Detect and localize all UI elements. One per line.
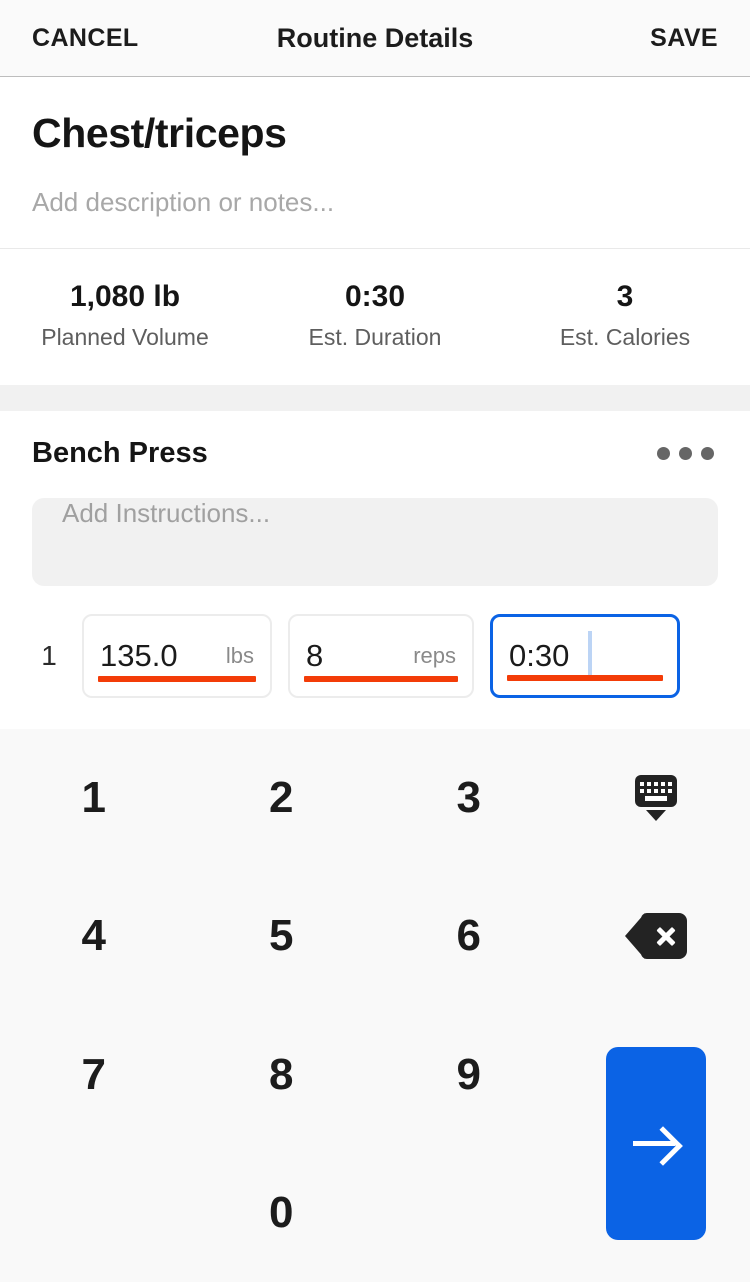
stat-value: 3 xyxy=(616,279,634,313)
key-blank-right xyxy=(375,1144,563,1282)
backspace-icon xyxy=(625,913,688,960)
stat-value: 0:30 xyxy=(344,279,406,313)
key-3[interactable]: 3 xyxy=(375,729,563,867)
routine-description-input[interactable] xyxy=(32,186,718,218)
submit-button[interactable] xyxy=(606,1047,707,1241)
reps-input[interactable] xyxy=(306,637,406,674)
stat-label: Est. Calories xyxy=(559,323,691,350)
key-4[interactable]: 4 xyxy=(0,867,188,1005)
stat-label: Est. Duration xyxy=(308,323,442,350)
set-number: 1 xyxy=(41,639,57,671)
routine-details-screen: CANCEL Routine Details SAVE 1,080 lb Pla… xyxy=(0,0,750,1282)
stat-planned-volume: 1,080 lb Planned Volume xyxy=(0,279,250,351)
cancel-button[interactable]: CANCEL xyxy=(32,24,139,53)
stat-est-duration: 0:30 Est. Duration xyxy=(250,279,500,351)
key-6[interactable]: 6 xyxy=(375,867,563,1005)
key-0[interactable]: 0 xyxy=(188,1144,376,1282)
kebab-dot xyxy=(701,446,714,460)
instructions-input[interactable] xyxy=(32,497,718,586)
keyboard-glyph-row xyxy=(640,788,673,793)
backspace-button[interactable] xyxy=(563,867,750,1005)
text-cursor xyxy=(588,630,592,679)
stat-label: Planned Volume xyxy=(41,323,209,350)
kebab-dot xyxy=(657,446,670,460)
key-2[interactable]: 2 xyxy=(188,729,376,867)
routine-name-input[interactable] xyxy=(32,111,718,157)
chevron-down-icon xyxy=(646,810,667,822)
routine-header xyxy=(0,77,750,249)
set-row: 1 lbs reps xyxy=(32,613,718,710)
weight-unit-label: lbs xyxy=(225,642,254,668)
save-button[interactable]: SAVE xyxy=(650,24,718,53)
key-8[interactable]: 8 xyxy=(188,1006,376,1144)
close-x-glyph xyxy=(655,925,677,947)
weight-field[interactable]: lbs xyxy=(82,613,272,698)
app-bar: CANCEL Routine Details SAVE xyxy=(0,0,750,77)
stats-row: 1,080 lb Planned Volume 0:30 Est. Durati… xyxy=(0,249,750,385)
arrow-right-icon xyxy=(633,1126,679,1162)
duration-input[interactable] xyxy=(509,637,661,674)
reps-field[interactable]: reps xyxy=(288,613,474,698)
stat-est-calories: 3 Est. Calories xyxy=(500,279,750,351)
exercise-header: Bench Press xyxy=(32,437,718,470)
section-divider-band xyxy=(0,384,750,411)
stat-value: 1,080 lb xyxy=(69,279,181,313)
weight-field-underline xyxy=(98,675,256,682)
reps-unit-label: reps xyxy=(413,642,456,668)
numeric-keyboard: 1 2 3 4 5 6 7 8 9 0 xyxy=(0,729,750,1282)
duration-field-underline xyxy=(507,674,663,681)
duration-field[interactable] xyxy=(490,613,680,698)
key-1[interactable]: 1 xyxy=(0,729,188,867)
key-7[interactable]: 7 xyxy=(0,1006,188,1144)
backspace-tip xyxy=(625,913,646,960)
kebab-dot xyxy=(679,446,692,460)
weight-input[interactable] xyxy=(100,637,218,674)
keyboard-glyph-spacebar xyxy=(645,795,668,801)
key-9[interactable]: 9 xyxy=(375,1006,563,1144)
keyboard-glyph-row xyxy=(640,781,673,786)
reps-field-underline xyxy=(304,675,458,682)
submit-key-cell xyxy=(563,1006,750,1282)
kebab-menu-icon[interactable] xyxy=(653,437,718,470)
exercise-name[interactable]: Bench Press xyxy=(32,437,208,470)
key-blank-left xyxy=(0,1144,188,1282)
keyboard-glyph xyxy=(635,775,678,808)
key-5[interactable]: 5 xyxy=(188,867,376,1005)
hide-keyboard-button[interactable] xyxy=(563,729,750,867)
exercise-card: Bench Press 1 lbs reps xyxy=(0,411,750,710)
hide-keyboard-icon xyxy=(635,775,678,822)
